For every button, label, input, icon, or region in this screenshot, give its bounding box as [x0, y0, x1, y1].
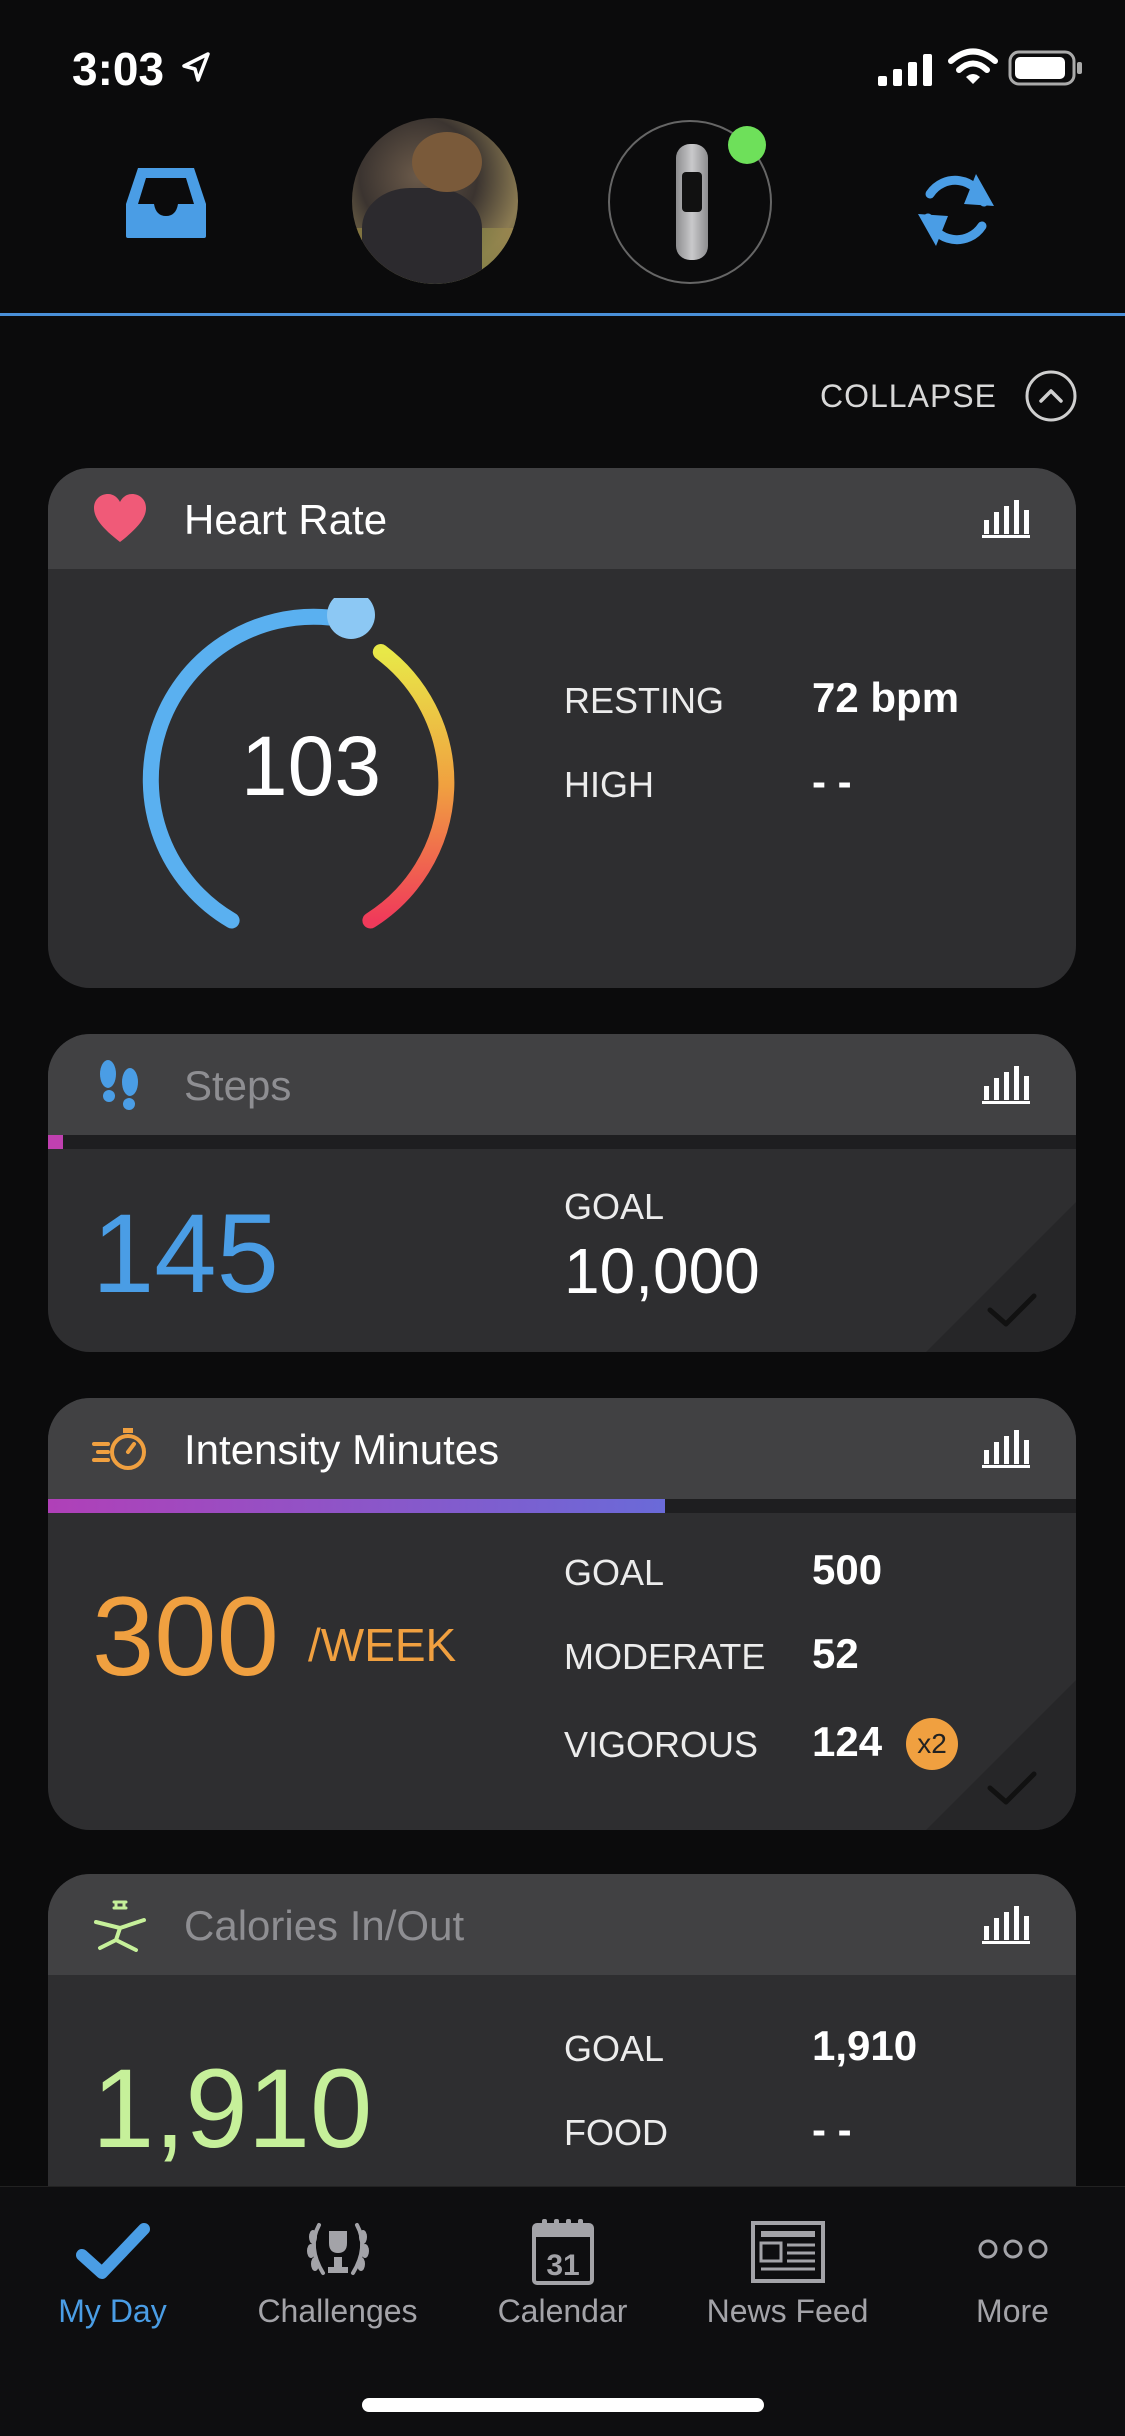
intensity-total: 300: [92, 1574, 279, 1699]
bar-chart-icon[interactable]: [982, 498, 1030, 538]
vigorous-value: 124: [812, 1718, 883, 1765]
footprints-icon: [100, 1060, 138, 1110]
resting-value: 72 bpm: [812, 674, 960, 721]
home-indicator[interactable]: [362, 2398, 764, 2412]
cellular-signal-icon: [878, 54, 932, 86]
calendar-icon-day: 31: [546, 2249, 579, 2282]
calories-total: 1,910: [92, 2046, 373, 2171]
sync-icon[interactable]: [914, 168, 998, 252]
newspaper-icon: [751, 2221, 825, 2283]
tab-label: News Feed: [706, 2293, 869, 2329]
tab-label: Calendar: [497, 2293, 628, 2329]
bar-chart-icon[interactable]: [982, 1064, 1030, 1104]
tab-label: Challenges: [257, 2293, 418, 2329]
heart-rate-title: Heart Rate: [184, 496, 388, 543]
calories-goal-value: 1,910: [812, 2022, 918, 2069]
myfitnesspal-figure-icon: [94, 1900, 146, 1952]
tab-news-feed[interactable]: News Feed: [675, 2187, 900, 2357]
goal-checkmark-icon: [926, 1202, 1076, 1352]
calendar-icon: 31: [532, 2219, 594, 2285]
intensity-unit: /WEEK: [308, 1619, 457, 1671]
calories-goal-label: GOAL: [564, 2028, 665, 2069]
steps-progress-fill: [48, 1135, 63, 1149]
inbox-icon[interactable]: [124, 166, 208, 240]
food-value: - -: [812, 2106, 852, 2153]
laurel-trophy-icon: [307, 2223, 369, 2275]
paired-device-button[interactable]: [608, 120, 772, 284]
tab-label: More: [976, 2293, 1049, 2329]
calories-title: Calories In/Out: [184, 1902, 465, 1949]
steps-title: Steps: [184, 1062, 292, 1109]
steps-goal-value: 10,000: [564, 1235, 760, 1307]
bar-chart-icon[interactable]: [982, 1904, 1030, 1944]
tab-calendar[interactable]: 31 Calendar: [450, 2187, 675, 2357]
goal-checkmark-icon: [926, 1680, 1076, 1830]
intensity-goal-label: GOAL: [564, 1552, 665, 1593]
wifi-icon: [948, 48, 998, 84]
intensity-goal-value: 500: [812, 1546, 883, 1593]
bar-chart-icon[interactable]: [982, 1428, 1030, 1468]
moderate-label: MODERATE: [564, 1636, 766, 1677]
location-arrow-icon: [182, 52, 210, 82]
intensity-progress-fill: [48, 1499, 665, 1513]
moderate-value: 52: [812, 1630, 859, 1677]
intensity-progress-bar: [48, 1499, 1076, 1513]
heart-icon: [94, 494, 146, 542]
resting-label: RESTING: [564, 680, 725, 721]
intensity-minutes-header: Intensity Minutes: [48, 1398, 1076, 1499]
high-label: HIGH: [564, 764, 654, 805]
tab-challenges[interactable]: Challenges: [225, 2187, 450, 2357]
stopwatch-icon: [92, 1428, 146, 1470]
steps-header: Steps: [48, 1034, 1076, 1135]
status-time: 3:03: [72, 43, 165, 95]
heart-rate-card[interactable]: Heart Rate 103 RESTING 72 bpm HIGH - -: [48, 468, 1076, 988]
steps-progress-bar: [48, 1135, 1076, 1149]
battery-icon: [1008, 50, 1082, 86]
collapse-label: COLLAPSE: [820, 377, 997, 414]
top-header: [0, 110, 1125, 316]
intensity-minutes-title: Intensity Minutes: [184, 1426, 500, 1473]
checkmark-icon: [76, 2223, 150, 2279]
steps-count: 145: [92, 1191, 279, 1316]
food-label: FOOD: [564, 2112, 668, 2153]
chevron-up-icon: [1025, 370, 1077, 422]
intensity-minutes-card[interactable]: Intensity Minutes 300 /WEEK GOAL 500 MOD…: [48, 1398, 1076, 1830]
tab-more[interactable]: More: [900, 2187, 1125, 2357]
more-dots-icon: [978, 2239, 1048, 2259]
user-avatar[interactable]: [352, 118, 518, 284]
vigorous-label: VIGOROUS: [564, 1724, 759, 1765]
tab-my-day[interactable]: My Day: [0, 2187, 225, 2357]
device-connected-indicator: [728, 126, 766, 164]
heart-rate-header: Heart Rate: [48, 468, 1076, 569]
steps-card[interactable]: Steps 145 GOAL 10,000: [48, 1034, 1076, 1352]
calories-header: Calories In/Out: [48, 1874, 1076, 1975]
current-heart-rate: 103: [240, 719, 382, 813]
high-value: - -: [812, 758, 852, 805]
tab-label: My Day: [58, 2293, 167, 2329]
steps-goal-label: GOAL: [564, 1186, 665, 1227]
collapse-button[interactable]: COLLAPSE: [820, 370, 1077, 422]
